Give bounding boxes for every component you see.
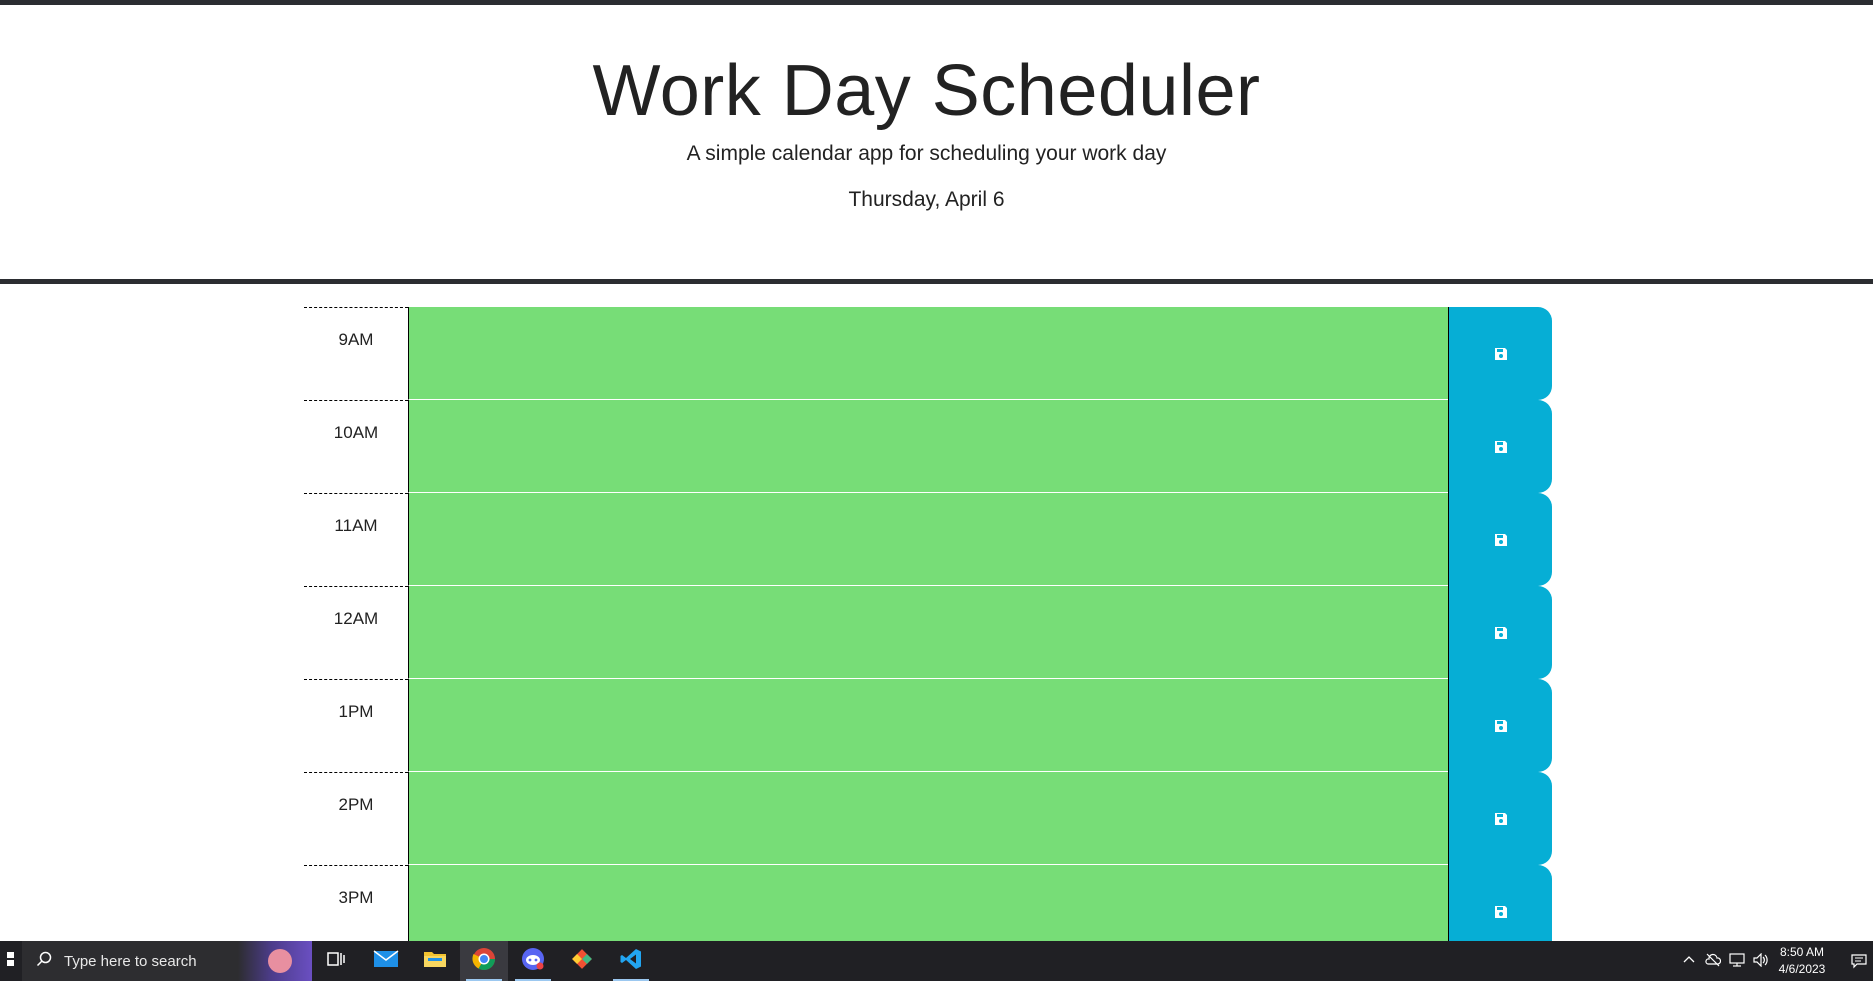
floppy-disk-icon [1494,719,1508,733]
discord-app[interactable] [509,941,557,981]
time-block-10am: 10AM [304,400,1552,493]
vscode-icon [619,947,643,976]
hour-label: 10AM [304,400,408,493]
description-input[interactable] [408,679,1448,772]
description-input[interactable] [408,307,1448,400]
time-block-12am: 12AM [304,586,1552,679]
windows-taskbar: Type here to search 8:50 AM 4/6/2023 [0,941,1873,981]
floppy-disk-icon [1494,347,1508,361]
hour-label: 12AM [304,586,408,679]
git-icon [570,947,594,976]
vscode-app[interactable] [607,941,655,981]
mail-app[interactable] [362,941,410,981]
floppy-disk-icon [1494,812,1508,826]
task-view-icon [327,951,345,972]
moon-illustration [268,949,292,973]
notification-icon[interactable] [1851,953,1867,972]
hour-label: 3PM [304,865,408,941]
current-day: Thursday, April 6 [848,188,1005,211]
chrome-icon [472,947,496,976]
network-icon[interactable] [1729,953,1745,970]
system-tray: 8:50 AM 4/6/2023 [1683,941,1873,981]
save-button[interactable] [1448,772,1552,865]
time-block-1pm: 1PM [304,679,1552,772]
hour-label: 9AM [304,307,408,400]
description-input[interactable] [408,493,1448,586]
save-button[interactable] [1448,865,1552,941]
time-block-9am: 9AM [304,307,1552,400]
git-app[interactable] [558,941,606,981]
save-button[interactable] [1448,307,1552,400]
taskbar-search[interactable]: Type here to search [22,941,312,981]
search-placeholder: Type here to search [64,952,197,970]
hour-label: 1PM [304,679,408,772]
schedule: 9AM 10AM 11AM 12AM 1PM 2PM 3PM [304,307,1552,941]
taskbar-clock[interactable]: 8:50 AM 4/6/2023 [1767,944,1837,978]
browser-viewport: Work Day Scheduler A simple calendar app… [0,0,1873,941]
task-view-button[interactable] [312,941,360,981]
hour-label: 11AM [304,493,408,586]
clock-date: 4/6/2023 [1778,962,1826,976]
time-block-11am: 11AM [304,493,1552,586]
save-button[interactable] [1448,586,1552,679]
mail-icon [373,949,399,974]
page-subtitle: A simple calendar app for scheduling you… [686,142,1167,165]
time-block-3pm: 3PM [304,865,1552,941]
floppy-disk-icon [1494,440,1508,454]
description-input[interactable] [408,586,1448,679]
floppy-disk-icon [1494,533,1508,547]
chevron-up-icon[interactable] [1683,953,1695,969]
save-button[interactable] [1448,400,1552,493]
start-button[interactable] [0,941,22,981]
page-title: Work Day Scheduler [592,51,1261,131]
description-input[interactable] [408,772,1448,865]
cloud-offline-icon[interactable] [1705,953,1722,970]
file-explorer-app[interactable] [411,941,459,981]
floppy-disk-icon [1494,626,1508,640]
description-input[interactable] [408,865,1448,941]
clock-time: 8:50 AM [1779,945,1825,959]
discord-icon [521,947,545,976]
save-button[interactable] [1448,493,1552,586]
chrome-app[interactable] [460,941,508,981]
search-highlight-image [238,941,312,981]
save-button[interactable] [1448,679,1552,772]
search-icon [36,951,52,972]
hour-label: 2PM [304,772,408,865]
windows-logo-icon [7,951,15,972]
file-explorer-icon [423,949,447,974]
floppy-disk-icon [1494,905,1508,919]
time-block-2pm: 2PM [304,772,1552,865]
description-input[interactable] [408,400,1448,493]
header: Work Day Scheduler A simple calendar app… [0,5,1873,284]
